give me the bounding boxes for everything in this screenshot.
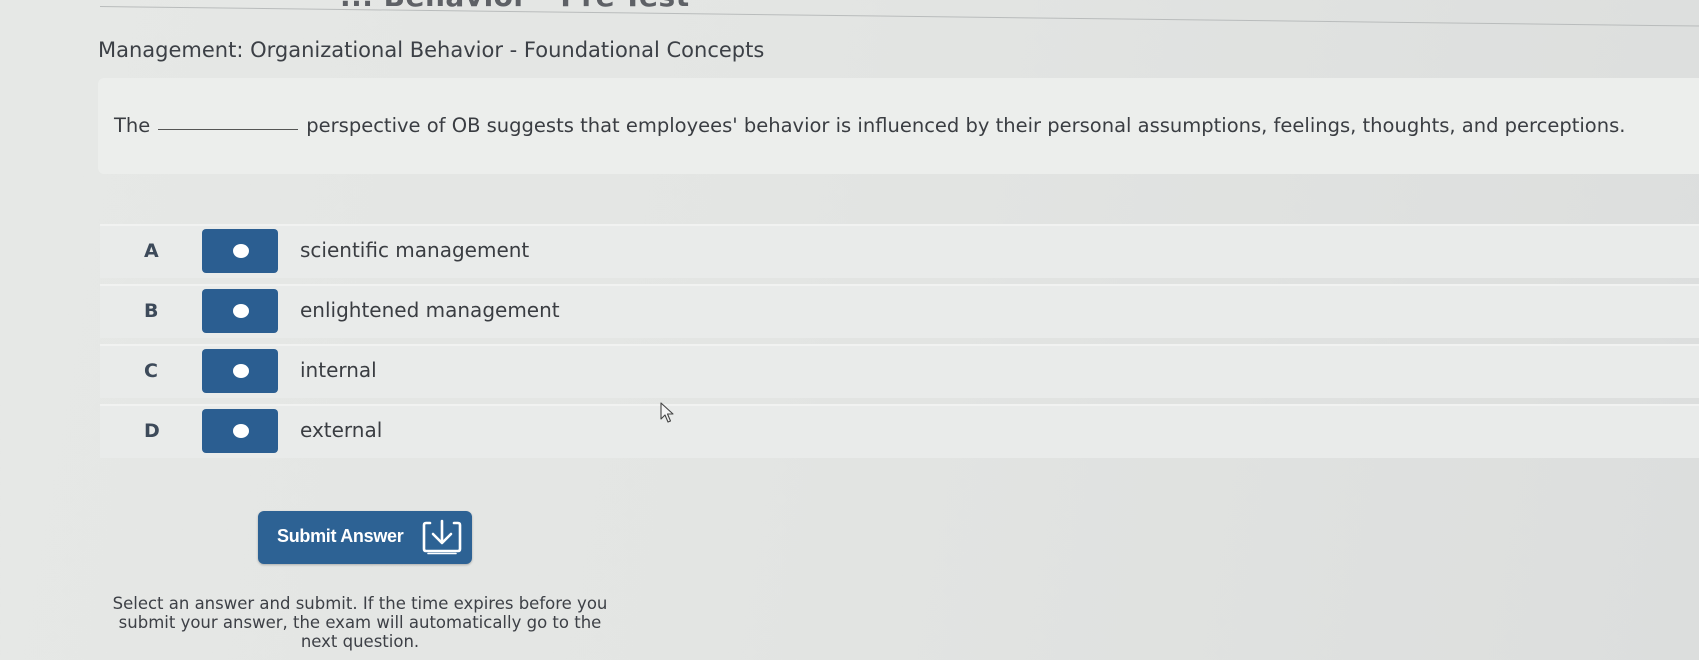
radio-dot-icon <box>233 424 249 438</box>
option-row-c[interactable]: C internal <box>100 344 1699 398</box>
option-row-b[interactable]: B enlightened management <box>100 284 1699 338</box>
radio-dot-icon <box>233 244 249 258</box>
mouse-pointer-icon <box>660 402 674 423</box>
submit-arrow-icon <box>422 519 462 555</box>
option-b-radio[interactable] <box>202 289 278 333</box>
option-c-radio[interactable] <box>202 349 278 393</box>
option-row-d[interactable]: D external <box>100 404 1699 458</box>
option-a-radio[interactable] <box>202 229 278 273</box>
question-blank <box>158 129 299 130</box>
option-letter: B <box>144 300 159 322</box>
page-heading: Management: Organizational Behavior - Fo… <box>98 38 765 62</box>
option-d-radio[interactable] <box>202 409 278 453</box>
question-text: The perspective of OB suggests that emplo… <box>114 114 1625 137</box>
submit-instructions: Select an answer and submit. If the time… <box>112 594 608 651</box>
option-label: internal <box>300 358 377 382</box>
option-label: enlightened management <box>300 298 560 322</box>
option-label: external <box>300 418 383 442</box>
header-divider <box>99 6 1699 27</box>
answer-options: A scientific management B enlightened ma… <box>100 224 1699 464</box>
option-row-a[interactable]: A scientific management <box>100 224 1699 278</box>
submit-answer-button[interactable]: Submit Answer <box>258 511 472 564</box>
radio-dot-icon <box>233 364 249 378</box>
option-letter: C <box>144 360 158 382</box>
question-prefix: The <box>114 114 151 137</box>
radio-dot-icon <box>233 304 249 318</box>
option-letter: D <box>144 420 160 442</box>
question-suffix: perspective of OB suggests that employee… <box>306 114 1626 137</box>
submit-button-label: Submit Answer <box>277 526 404 546</box>
option-letter: A <box>144 240 159 262</box>
question-panel: The perspective of OB suggests that emplo… <box>98 78 1699 174</box>
option-label: scientific management <box>300 238 530 262</box>
